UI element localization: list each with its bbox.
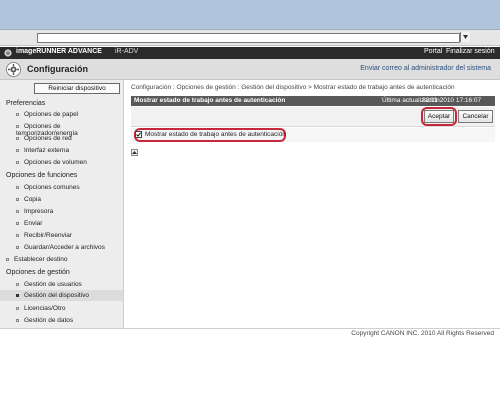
bullet-icon — [16, 148, 19, 152]
sidebar-item-copy[interactable]: Copia — [16, 196, 41, 203]
page-title: Configuración — [27, 64, 88, 74]
sidebar-item-user-management[interactable]: Gestión de usuarios — [16, 281, 82, 288]
checkbox-label[interactable]: Mostrar estado de trabajo antes de auten… — [145, 131, 286, 138]
sidebar-heading-management-settings: Opciones de gestión — [6, 269, 70, 276]
sidebar-item-external-interface[interactable]: Interfaz externa — [16, 147, 69, 154]
sidebar-item-license-other[interactable]: Licencias/Otro — [16, 305, 66, 312]
cancel-button[interactable]: Cancelar — [458, 110, 493, 123]
sidebar-item-common-settings[interactable]: Opciones comunes — [16, 184, 80, 191]
address-input[interactable] — [37, 33, 460, 43]
page-header: Configuración Enviar correo al administr… — [0, 59, 500, 80]
bullet-icon — [16, 160, 19, 164]
brand-name: imageRUNNER ADVANCE — [16, 48, 102, 55]
sidebar-item-paper-settings[interactable]: Opciones de papel — [16, 111, 78, 118]
bullet-icon — [16, 245, 19, 249]
address-bar — [0, 30, 500, 46]
bullet-icon — [16, 124, 19, 128]
sidebar-item-device-management[interactable]: Gestión del dispositivo — [16, 292, 89, 299]
bullet-icon — [16, 233, 19, 237]
address-dropdown-button[interactable] — [460, 32, 470, 42]
bullet-icon — [16, 282, 19, 286]
sidebar-item-receive-forward[interactable]: Recibir/Reenviar — [16, 232, 72, 239]
panel-title: Mostrar estado de trabajo antes de auten… — [134, 97, 286, 104]
panel-toolbar: Aceptar Cancelar — [131, 107, 495, 127]
sidebar-heading-preferences: Preferencias — [6, 100, 46, 107]
bullet-icon — [16, 209, 19, 213]
accept-button[interactable]: Aceptar — [424, 110, 454, 123]
copyright-text: Copyright CANON INC. 2010 All Rights Res… — [351, 330, 494, 337]
bullet-icon — [16, 185, 19, 189]
footer-divider — [0, 328, 500, 329]
email-admin-link[interactable]: Enviar correo al administrador del siste… — [360, 65, 491, 72]
checkmark-icon — [136, 132, 141, 137]
bullet-icon — [16, 197, 19, 201]
sidebar: Reiniciar dispositivo Preferencias Opcio… — [0, 80, 124, 328]
sidebar-item-set-destination[interactable]: Establecer destino — [6, 256, 67, 263]
logout-link[interactable]: Finalizar sesión — [446, 48, 495, 55]
browser-window-chrome — [0, 0, 500, 30]
breadcrumb: Configuración : Opciones de gestión : Ge… — [131, 84, 455, 91]
sidebar-item-data-management[interactable]: Gestión de datos — [16, 317, 73, 324]
chevron-down-icon — [463, 35, 468, 39]
sidebar-item-printer[interactable]: Impresora — [16, 208, 53, 215]
sidebar-item-network[interactable]: Opciones de red — [16, 135, 72, 142]
show-job-status-checkbox[interactable] — [135, 131, 142, 138]
device-model: iR-ADV — [115, 48, 139, 55]
empty-page-area — [0, 340, 500, 411]
sidebar-item-volume[interactable]: Opciones de volumen — [16, 159, 87, 166]
last-update-timestamp: 22/11 2010 17:16:07 — [422, 97, 482, 104]
scroll-to-top-button[interactable] — [131, 149, 138, 156]
bullet-icon — [16, 306, 19, 310]
settings-gear-icon — [6, 62, 21, 77]
chevron-up-icon — [132, 151, 137, 154]
brand-bar: imageRUNNER ADVANCE iR-ADV Portal Finali… — [0, 47, 500, 59]
portal-link[interactable]: Portal — [424, 48, 442, 55]
bullet-icon — [16, 112, 19, 116]
restart-device-button[interactable]: Reiniciar dispositivo — [34, 83, 120, 94]
sidebar-item-send[interactable]: Enviar — [16, 220, 42, 227]
bullet-icon — [16, 293, 19, 297]
canon-logo-icon — [4, 49, 12, 57]
main-content: Configuración : Opciones de gestión : Ge… — [125, 80, 500, 328]
bullet-icon — [16, 221, 19, 225]
panel-title-bar: Mostrar estado de trabajo antes de auten… — [131, 96, 495, 106]
setting-row: Mostrar estado de trabajo antes de auten… — [131, 128, 495, 142]
sidebar-item-store-access-files[interactable]: Guardar/Acceder a archivos — [16, 244, 105, 251]
bullet-icon — [16, 136, 19, 140]
sidebar-heading-function-settings: Opciones de funciones — [6, 172, 78, 179]
bullet-icon — [6, 257, 9, 261]
bullet-icon — [16, 318, 19, 322]
